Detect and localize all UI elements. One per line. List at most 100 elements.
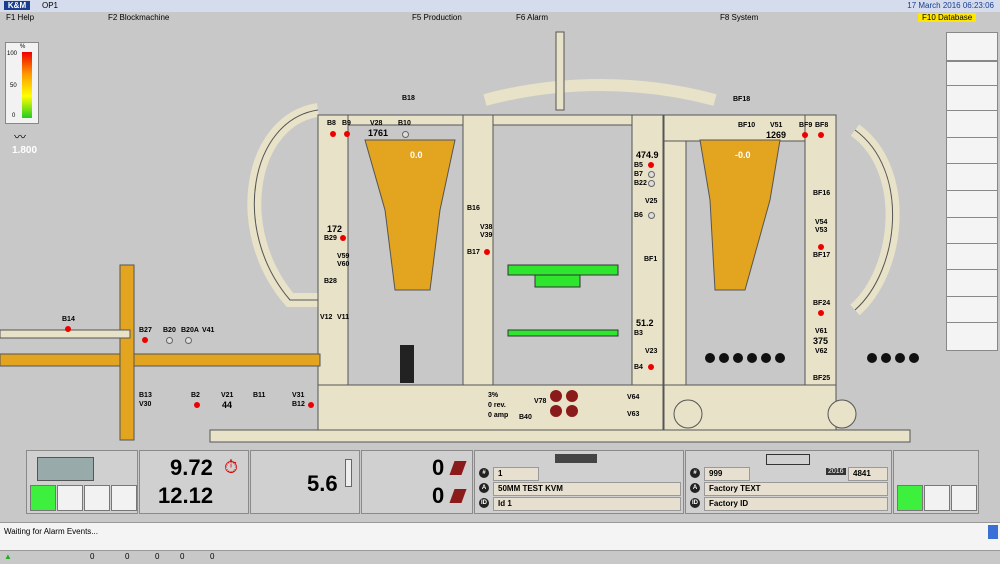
menu-alarm[interactable]: F6 Alarm (516, 13, 548, 22)
basket-green-button[interactable] (30, 485, 56, 511)
label-b17: B17 (467, 249, 480, 256)
logo: K&M (4, 1, 30, 10)
label-v78: V78 (534, 398, 547, 405)
sensor-bf8 (818, 132, 824, 138)
label-b6: B6 (634, 212, 643, 219)
toolbar-funnel-button[interactable] (946, 269, 998, 298)
label-bf17: BF17 (813, 252, 831, 259)
value-512: 51.2 (636, 318, 654, 328)
info-icon[interactable] (988, 525, 998, 539)
gauge-value: 1.800 (12, 145, 38, 156)
footer-count-2: 0 (125, 552, 130, 561)
toolbar-lift-button[interactable] (946, 296, 998, 325)
sensor-b29 (340, 235, 346, 241)
sensor-b12 (308, 402, 314, 408)
count-bottom: 0 (432, 483, 445, 508)
value-474: 474.9 (636, 150, 659, 160)
label-bf24: BF24 (813, 300, 831, 307)
label-bf8: BF8 (815, 122, 829, 129)
motor-panel (26, 450, 138, 514)
stopwatch-icon: ⏱ (224, 457, 239, 477)
label-b7: B7 (634, 171, 643, 178)
recipe-panel: # 1 A 50MM TEST KVM ID Id 1 (474, 450, 684, 514)
tile-icon (449, 461, 467, 475)
label-v31: V31 (292, 392, 305, 399)
output-basket-cancel-button[interactable] (951, 485, 977, 511)
factory-number[interactable]: 999 (704, 467, 750, 481)
toolbar-hopper-button[interactable] (946, 137, 998, 166)
factory-panel: # 999 2016 4841 A Factory TEXT ID Factor… (685, 450, 892, 514)
toolbar-transport-button[interactable] (946, 243, 998, 272)
cycle-bar-icon (345, 459, 352, 487)
time-bottom: 12.12 (158, 483, 214, 508)
label-bf10: BF10 (738, 122, 756, 129)
label-bf16: BF16 (813, 190, 831, 197)
count-top: 0 (432, 455, 445, 480)
label-v38: V38 (480, 224, 493, 231)
a-icon: A (690, 483, 700, 493)
label-b8: B8 (327, 120, 336, 127)
label-b5: B5 (634, 162, 643, 169)
sensor-bf9 (802, 132, 808, 138)
toolbar-chain-button[interactable] (946, 217, 998, 246)
id-icon: ID (690, 498, 700, 508)
menu-help[interactable]: F1 Help (6, 13, 34, 22)
label-b20a: B20A (181, 327, 199, 334)
label-v39: V39 (480, 232, 493, 239)
label-bf25: BF25 (813, 375, 831, 382)
recipe-id[interactable]: Id 1 (493, 497, 681, 511)
value-rev: 0 rev. (488, 402, 506, 409)
label-b2: B2 (191, 392, 200, 399)
year-badge: 2016 (826, 468, 846, 475)
label-v30: V30 (139, 401, 152, 408)
gauge-tick-0: 0 (12, 113, 16, 119)
recipe-name[interactable]: 50MM TEST KVM (493, 482, 681, 496)
alarm-status-bar: Waiting for Alarm Events... (0, 522, 1000, 551)
sensor-b14 (65, 326, 71, 332)
cycle-panel: 5.6 (250, 450, 360, 514)
value-v21: 44 (222, 400, 233, 410)
label-v21: V21 (221, 392, 234, 399)
label-b27: B27 (139, 327, 152, 334)
toolbar-shaker-button[interactable] (946, 190, 998, 219)
label-v28: V28 (370, 120, 383, 127)
value-amp: 0 amp (488, 412, 509, 419)
value-v61: 375 (813, 336, 829, 346)
basket-button[interactable] (57, 485, 83, 511)
label-b3: B3 (634, 330, 643, 337)
toolbar-cart-button[interactable] (946, 322, 998, 351)
output-panel (893, 450, 979, 514)
gauge-tick-50: 50 (10, 83, 17, 89)
factory-text[interactable]: Factory TEXT (704, 482, 888, 496)
label-b4: B4 (634, 364, 643, 371)
cycle-value: 5.6 (307, 471, 338, 496)
toolbar-press-button[interactable] (946, 163, 998, 192)
label-b18: B18 (402, 95, 415, 102)
unit-pct: % (491, 392, 499, 399)
toolbar-vibration-button[interactable] (946, 110, 998, 139)
output-basket-button[interactable] (924, 485, 950, 511)
output-basket-green-button[interactable] (897, 485, 923, 511)
label-b20: B20 (163, 327, 176, 334)
label-v54: V54 (815, 219, 828, 226)
timer-panel: 9.72 12.12 ⏱ (139, 450, 249, 514)
red-tile-button[interactable] (84, 485, 110, 511)
count-panel: 0 0 (361, 450, 473, 514)
sensor-b2 (194, 402, 200, 408)
menu-database[interactable]: F10 Database (918, 13, 977, 22)
recipe-number[interactable]: 1 (493, 467, 539, 481)
menu-production[interactable]: F5 Production (412, 13, 462, 22)
label-b22: B22 (634, 180, 647, 187)
menu-system[interactable]: F8 System (720, 13, 758, 22)
mold-icon (555, 454, 597, 463)
toolbar-pallet-button[interactable] (946, 32, 998, 61)
label-b40: B40 (519, 414, 532, 421)
factory-count[interactable]: 4841 (848, 467, 888, 481)
hash-icon: # (479, 468, 489, 478)
menu-blockmachine[interactable]: F2 Blockmachine (108, 13, 169, 22)
label-v61: V61 (815, 328, 828, 335)
sensor-b4 (648, 364, 654, 370)
factory-id[interactable]: Factory ID (704, 497, 888, 511)
basket-cancel-button[interactable] (111, 485, 137, 511)
label-b28: B28 (324, 278, 337, 285)
